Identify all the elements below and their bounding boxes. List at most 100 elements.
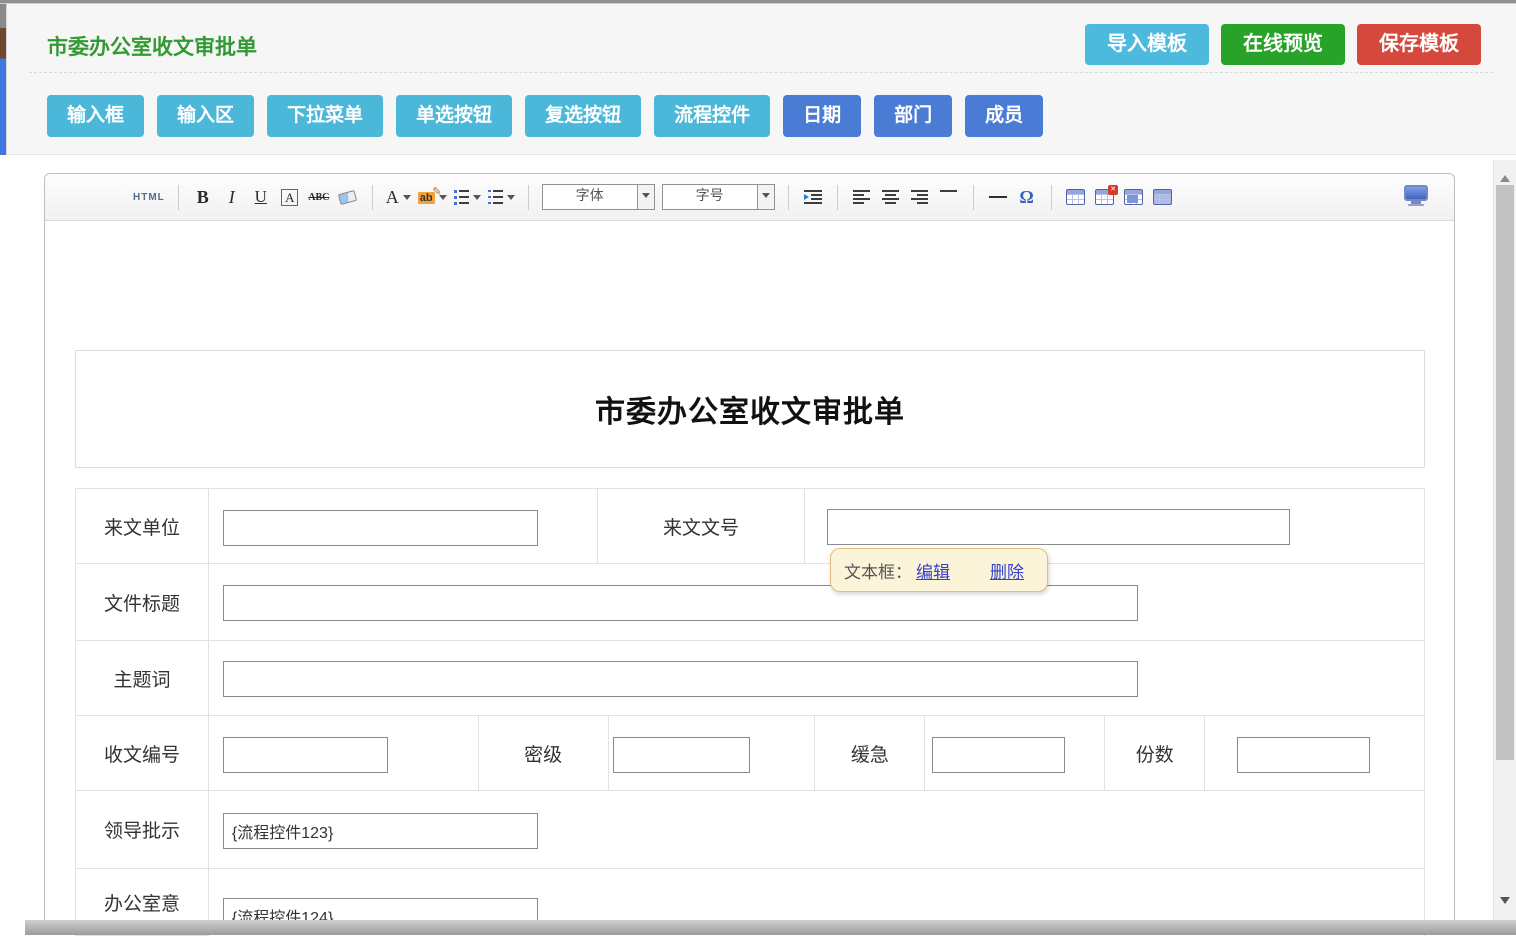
table-props-button[interactable]: [1152, 182, 1174, 212]
widget-textarea-button[interactable]: 输入区: [157, 95, 254, 137]
align-justify-button[interactable]: [938, 182, 960, 212]
field-label-shouwenbianhao: 收文编号: [76, 716, 209, 791]
eraser-button[interactable]: [337, 182, 359, 212]
field-label-fenshu: 份数: [1105, 716, 1205, 791]
underline-button[interactable]: U: [250, 182, 272, 212]
chevron-down-icon: [473, 195, 481, 204]
widget-dropdown-button[interactable]: 下拉菜单: [267, 95, 383, 137]
horizontal-rule-button[interactable]: [987, 182, 1009, 212]
indent-icon: [804, 190, 822, 204]
table-row: 收文编号 密级 缓急 份数: [76, 716, 1425, 791]
page-title: 市委办公室收文审批单: [47, 31, 257, 61]
scroll-up-arrow-icon[interactable]: [1500, 170, 1510, 182]
fenshu-input[interactable]: [1237, 737, 1370, 773]
import-template-button[interactable]: 导入模板: [1085, 24, 1209, 65]
font-color-icon: A: [386, 187, 399, 208]
widget-flow-control-button[interactable]: 流程控件: [654, 95, 770, 137]
toolbar-separator: [372, 185, 373, 210]
fullscreen-button[interactable]: [1404, 185, 1428, 209]
font-family-select[interactable]: 字体: [542, 184, 655, 210]
align-center-button[interactable]: [880, 182, 902, 212]
toolbar-separator: [837, 185, 838, 210]
field-label-huanji: 缓急: [815, 716, 925, 791]
special-char-button[interactable]: Ω: [1016, 182, 1038, 212]
tooltip-delete-link[interactable]: 删除: [990, 558, 1024, 583]
unordered-list-button[interactable]: [488, 182, 515, 212]
field-cell: [1205, 716, 1425, 791]
font-size-dropdown-button[interactable]: [757, 185, 774, 209]
border-text-button[interactable]: A: [279, 182, 301, 212]
field-label-lingdaopishi: 领导批示: [76, 791, 209, 869]
widget-radio-button[interactable]: 单选按钮: [396, 95, 512, 137]
window-bottom-edge: [25, 920, 1516, 935]
chevron-down-icon: [507, 195, 515, 204]
widget-department-button[interactable]: 部门: [874, 95, 952, 137]
monitor-icon: [1404, 185, 1428, 201]
editor-toolbar: HTML B I U A ABC A ab 字体 字号 Ω: [45, 174, 1454, 221]
table-icon: [1066, 189, 1085, 205]
tooltip-label: 文本框：: [844, 558, 912, 583]
toolbar-separator: [178, 185, 179, 210]
scrollbar-thumb[interactable]: [1496, 185, 1514, 760]
font-color-button[interactable]: A: [386, 182, 411, 212]
align-left-button[interactable]: [851, 182, 873, 212]
shouwenbianhao-input[interactable]: [223, 737, 388, 773]
form-title: 市委办公室收文审批单: [595, 387, 905, 431]
merge-cell-icon: [1124, 189, 1143, 205]
laiwenwenhao-input[interactable]: [827, 509, 1290, 545]
delete-table-button[interactable]: [1094, 182, 1116, 212]
highlight-icon: ab: [418, 188, 435, 206]
field-label-zhuticii: 主题词: [76, 641, 209, 716]
field-label-wenjianbiaoti: 文件标题: [76, 564, 209, 641]
unordered-list-icon: [488, 190, 503, 205]
highlight-color-button[interactable]: ab: [418, 182, 447, 212]
horizontal-rule-icon: [989, 196, 1007, 198]
font-size-select[interactable]: 字号: [662, 184, 775, 210]
lingdaopishi-input[interactable]: [223, 813, 538, 849]
field-cell: [209, 641, 1425, 716]
save-template-button[interactable]: 保存模板: [1357, 24, 1481, 65]
widget-input-box-button[interactable]: 输入框: [47, 95, 144, 137]
toolbar-separator: [973, 185, 974, 210]
chevron-down-icon: [762, 193, 770, 202]
chevron-down-icon: [403, 195, 411, 204]
form-table: 来文单位 来文文号 文件标题 主题词 收文编号 密级 缓急: [75, 488, 1425, 936]
huanji-input[interactable]: [932, 737, 1065, 773]
zhutici-input[interactable]: [223, 661, 1138, 697]
insert-table-button[interactable]: [1065, 182, 1087, 212]
widget-member-button[interactable]: 成员: [965, 95, 1043, 137]
field-cell: [209, 791, 1425, 869]
table-row: 领导批示: [76, 791, 1425, 869]
header-actions: 导入模板 在线预览 保存模板: [1085, 24, 1481, 65]
vertical-scrollbar[interactable]: [1493, 160, 1516, 935]
boxed-a-icon: A: [281, 189, 298, 206]
widget-button-row: 输入框 输入区 下拉菜单 单选按钮 复选按钮 流程控件 日期 部门 成员: [47, 95, 1043, 137]
miji-input[interactable]: [613, 737, 750, 773]
field-cell: [209, 489, 598, 564]
field-label-laiwenwenhao: 来文文号: [598, 489, 806, 564]
align-right-button[interactable]: [909, 182, 931, 212]
scroll-down-arrow-icon[interactable]: [1500, 897, 1510, 909]
widget-date-button[interactable]: 日期: [783, 95, 861, 137]
html-source-button[interactable]: HTML: [133, 182, 165, 212]
italic-button[interactable]: I: [221, 182, 243, 212]
bold-button[interactable]: B: [192, 182, 214, 212]
eraser-icon: [338, 189, 357, 204]
ordered-list-icon: [454, 190, 469, 205]
field-cell: [925, 716, 1105, 791]
merge-cell-button[interactable]: [1123, 182, 1145, 212]
tooltip-edit-link[interactable]: 编辑: [916, 558, 950, 583]
indent-button[interactable]: [802, 182, 824, 212]
widget-checkbox-button[interactable]: 复选按钮: [525, 95, 641, 137]
align-center-icon: [882, 190, 899, 204]
delete-table-icon: [1095, 189, 1114, 205]
strikethrough-button[interactable]: ABC: [308, 182, 330, 212]
laiwendanwei-input[interactable]: [223, 510, 538, 546]
table-row: 主题词: [76, 641, 1425, 716]
toolbar-separator: [1051, 185, 1052, 210]
align-left-icon: [853, 190, 870, 204]
font-family-dropdown-button[interactable]: [637, 185, 654, 209]
table-props-icon: [1153, 189, 1172, 205]
ordered-list-button[interactable]: [454, 182, 481, 212]
online-preview-button[interactable]: 在线预览: [1221, 24, 1345, 65]
